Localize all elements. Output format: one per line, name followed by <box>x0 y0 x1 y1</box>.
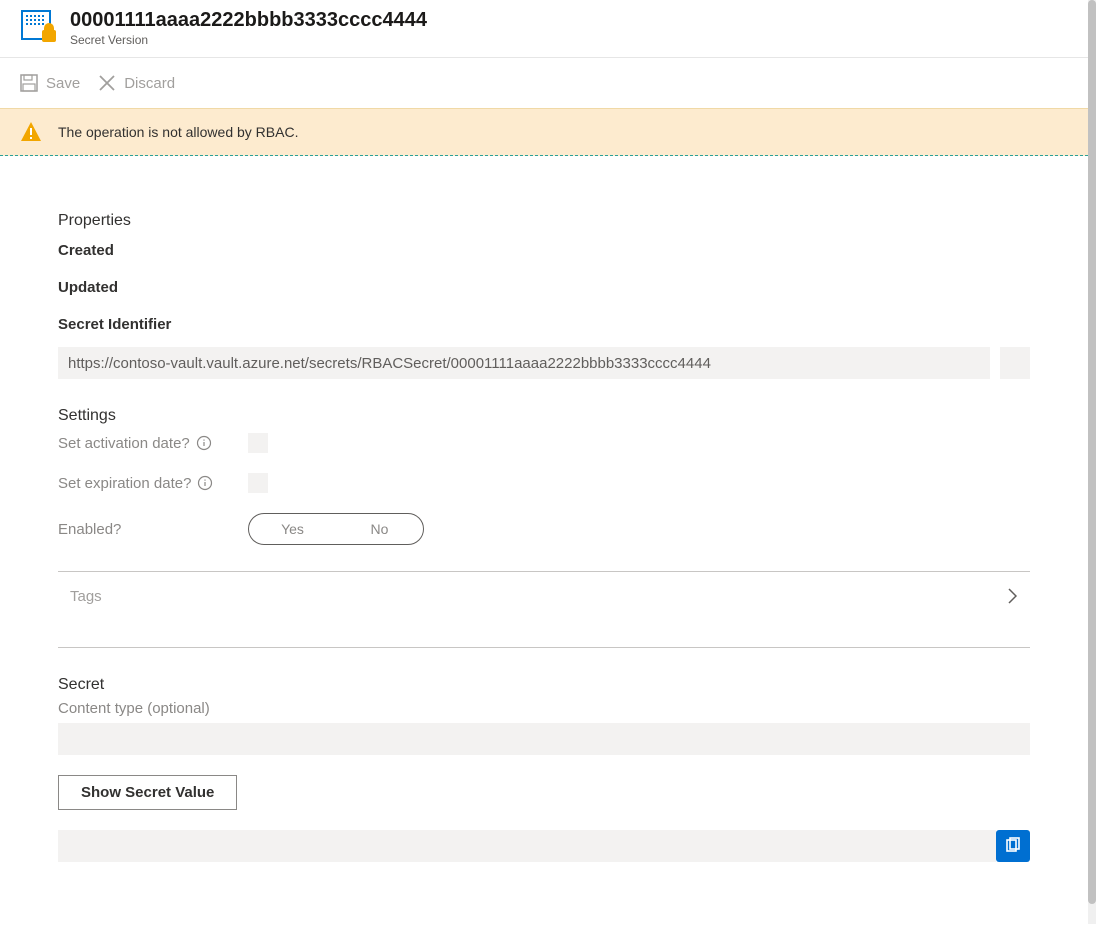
page: 00001111aaaa2222bbbb3333cccc4444 Secret … <box>0 0 1088 924</box>
save-button[interactable]: Save <box>20 74 80 92</box>
enabled-toggle-no[interactable]: No <box>336 514 423 544</box>
command-bar: Save Discard <box>0 58 1088 108</box>
show-secret-value-button[interactable]: Show Secret Value <box>58 775 237 810</box>
secret-section: Secret Content type (optional) Show Secr… <box>58 676 1030 862</box>
content-type-label: Content type (optional) <box>58 700 1030 717</box>
enabled-toggle[interactable]: Yes No <box>248 513 424 545</box>
info-icon[interactable] <box>197 475 213 491</box>
copy-icon <box>1004 837 1022 855</box>
page-subtitle: Secret Version <box>70 32 427 48</box>
content-area: Properties Created Updated Secret Identi… <box>0 156 1088 882</box>
secret-heading: Secret <box>58 676 1030 694</box>
settings-section: Settings Set activation date? Set expira… <box>58 407 1030 545</box>
warning-banner: The operation is not allowed by RBAC. <box>0 108 1088 156</box>
properties-heading: Properties <box>58 212 1030 230</box>
settings-heading: Settings <box>58 407 1030 425</box>
warning-icon <box>20 121 42 143</box>
created-label: Created <box>58 242 1030 259</box>
info-icon[interactable] <box>196 435 212 451</box>
expiration-date-label: Set expiration date? <box>58 475 191 492</box>
save-icon <box>20 74 38 92</box>
secret-value-input[interactable] <box>58 830 996 862</box>
updated-label: Updated <box>58 279 1030 296</box>
enabled-toggle-yes[interactable]: Yes <box>249 514 336 544</box>
secret-version-icon <box>20 10 56 46</box>
properties-section: Properties Created Updated Secret Identi… <box>58 212 1030 379</box>
chevron-right-icon <box>1008 588 1018 609</box>
activation-date-label: Set activation date? <box>58 435 190 452</box>
secret-identifier-label: Secret Identifier <box>58 316 1030 333</box>
warning-message: The operation is not allowed by RBAC. <box>58 124 298 140</box>
secret-identifier-input[interactable] <box>58 347 990 379</box>
page-header: 00001111aaaa2222bbbb3333cccc4444 Secret … <box>0 0 1088 58</box>
expiration-date-checkbox[interactable] <box>248 473 268 493</box>
vertical-scrollbar-track[interactable] <box>1088 0 1096 924</box>
activation-date-checkbox[interactable] <box>248 433 268 453</box>
copy-secret-value-button[interactable] <box>996 830 1030 862</box>
content-type-input[interactable] <box>58 723 1030 755</box>
copy-identifier-button[interactable] <box>1000 347 1030 379</box>
page-title: 00001111aaaa2222bbbb3333cccc4444 <box>70 8 427 32</box>
tags-section[interactable]: Tags <box>58 571 1030 648</box>
vertical-scrollbar-thumb[interactable] <box>1088 0 1096 904</box>
discard-button[interactable]: Discard <box>98 74 175 92</box>
save-button-label: Save <box>46 75 80 92</box>
tags-label: Tags <box>70 588 102 605</box>
discard-button-label: Discard <box>124 75 175 92</box>
enabled-label: Enabled? <box>58 521 121 538</box>
close-icon <box>98 74 116 92</box>
